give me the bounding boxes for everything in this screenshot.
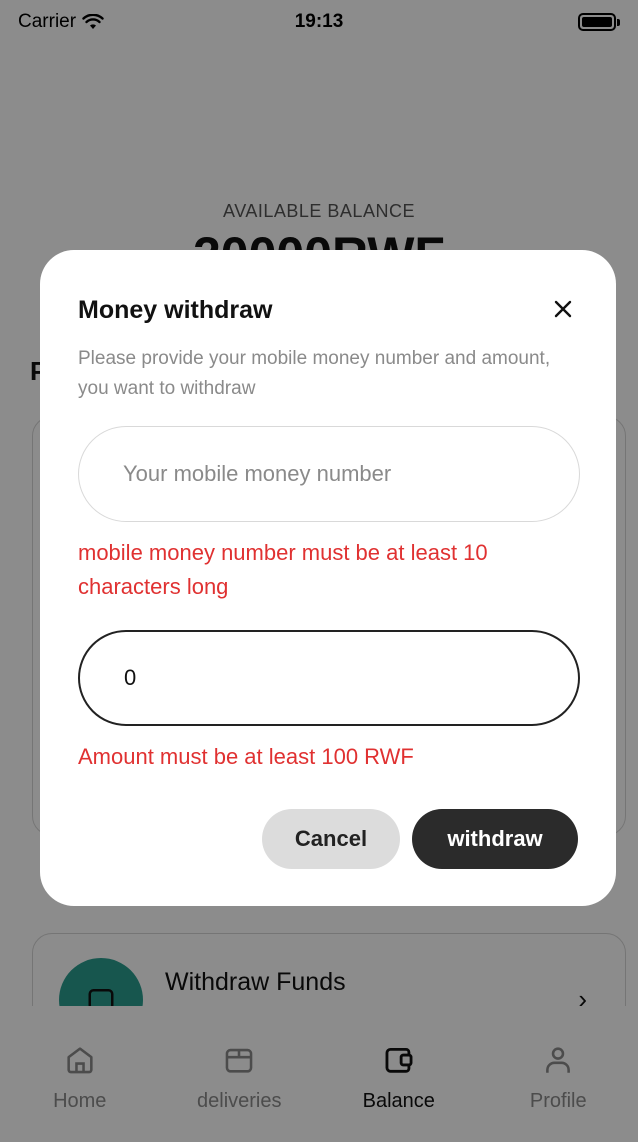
withdraw-button[interactable]: withdraw (412, 809, 578, 869)
money-withdraw-dialog: Money withdraw Please provide your mobil… (40, 250, 616, 906)
cancel-button[interactable]: Cancel (262, 809, 400, 869)
amount-error-message: Amount must be at least 100 RWF (78, 744, 414, 769)
amount-input[interactable] (78, 630, 580, 726)
mobile-money-number-input[interactable] (78, 426, 580, 522)
close-icon (554, 300, 572, 318)
dialog-description: Please provide your mobile money number … (78, 348, 551, 399)
dialog-title: Money withdraw (78, 296, 273, 324)
phone-error-message: mobile money number must be at least 10 … (78, 540, 488, 599)
close-button[interactable] (548, 294, 578, 324)
